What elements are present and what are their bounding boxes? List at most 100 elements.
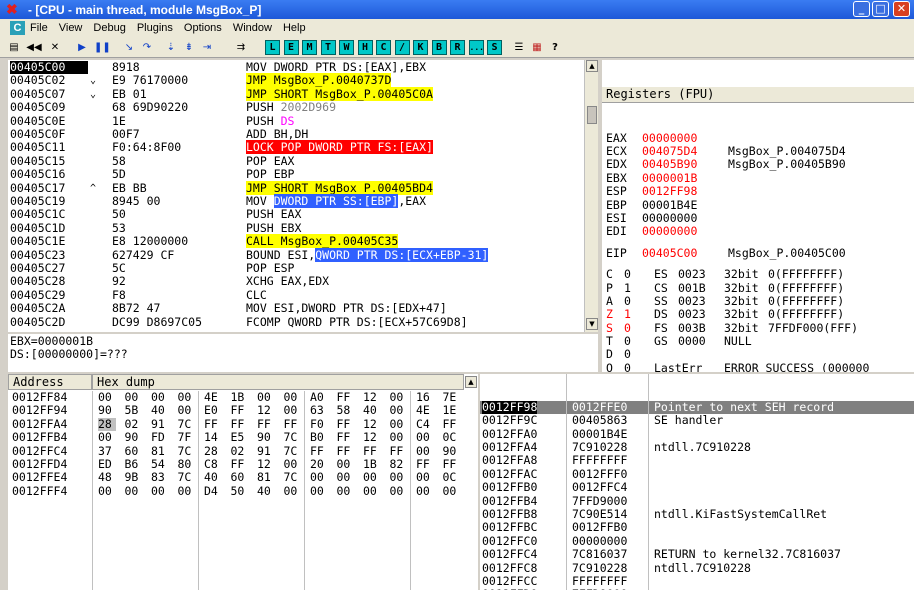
dump-byte[interactable]: 00 bbox=[390, 417, 408, 431]
stack-row[interactable]: 0012FFAC 0012FFF0 bbox=[480, 467, 914, 481]
dump-byte[interactable]: 0C bbox=[443, 470, 461, 484]
dump-byte[interactable]: E0 bbox=[204, 403, 222, 417]
dump-byte[interactable]: 28 bbox=[204, 444, 222, 458]
dump-byte[interactable]: 7C bbox=[284, 470, 302, 484]
disassembly-pane[interactable]: 00405C00 8918 MOV DWORD PTR DS:[EAX],EBX 00… bbox=[8, 60, 598, 332]
dump-byte[interactable]: 00 bbox=[310, 470, 328, 484]
dump-address[interactable]: 0012FFC4 bbox=[12, 444, 67, 458]
dump-byte[interactable]: 7C bbox=[178, 417, 196, 431]
register-value[interactable]: 004075D4 bbox=[642, 144, 697, 158]
disasm-row[interactable]: 00405C0F 00F7 ADD BH,DH bbox=[8, 127, 584, 141]
dump-byte[interactable]: 7C bbox=[178, 444, 196, 458]
disasm-address[interactable]: 00405C16 bbox=[10, 167, 88, 181]
dump-byte[interactable]: FF bbox=[231, 457, 249, 471]
register-value[interactable]: 00001B4E bbox=[642, 198, 697, 212]
disasm-row[interactable]: 00405C1E E8 12000000 CALL MsgBox_P.00405C3… bbox=[8, 234, 584, 249]
dump-byte[interactable]: 00 bbox=[125, 390, 143, 404]
dump-byte[interactable]: 00 bbox=[98, 484, 116, 498]
dump-byte[interactable]: FF bbox=[284, 417, 302, 431]
disasm-row[interactable]: 00405C27 5C POP ESP bbox=[8, 261, 584, 275]
dump-byte[interactable]: 90 bbox=[98, 403, 116, 417]
dump-byte[interactable]: 7C bbox=[284, 430, 302, 444]
dump-byte[interactable]: 00 bbox=[390, 470, 408, 484]
disasm-instruction[interactable]: POP EAX bbox=[246, 154, 294, 168]
dump-byte[interactable]: 12 bbox=[363, 417, 381, 431]
register-value[interactable]: 00405B90 bbox=[642, 157, 697, 171]
close-program-icon[interactable]: ✕ bbox=[48, 40, 62, 56]
dump-byte[interactable]: 00 bbox=[416, 430, 434, 444]
flag-value[interactable]: 0 bbox=[624, 361, 631, 372]
dump-byte[interactable]: 81 bbox=[151, 444, 169, 458]
help-icon[interactable]: ? bbox=[548, 40, 562, 56]
dump-byte[interactable]: 00 bbox=[125, 484, 143, 498]
segment-value[interactable]: 0023 bbox=[678, 307, 706, 321]
stack-value[interactable]: 7FFD9000 bbox=[572, 494, 627, 508]
toolbar-window-m-button[interactable]: M bbox=[302, 40, 317, 55]
stack-row[interactable]: 0012FFA0 00001B4E bbox=[480, 427, 914, 441]
disasm-address[interactable]: 00405C1E bbox=[10, 234, 88, 248]
dump-row[interactable]: 0012FFD4 ED B6 54 80 C8 FF 12 00 20 00 1B 82 FF FF bbox=[8, 457, 464, 471]
stack-value[interactable]: 0012FFE0 bbox=[572, 400, 627, 414]
dump-byte[interactable]: FF bbox=[416, 457, 434, 471]
dump-row[interactable]: 0012FFC4 37 60 81 7C 28 02 91 7C FF FF FF FF 00 90 bbox=[8, 444, 464, 458]
dump-row[interactable]: 0012FF84 00 00 00 00 4E 1B 00 00 A0 FF 12 00 16 7E bbox=[8, 390, 464, 404]
flag-value[interactable]: 1 bbox=[624, 307, 631, 321]
list-icon[interactable]: ☰ bbox=[512, 40, 526, 56]
open-icon[interactable]: ▤ bbox=[8, 40, 20, 56]
disasm-address[interactable]: 00405C1C bbox=[10, 207, 88, 221]
register-row[interactable]: EDI 00000000 bbox=[606, 224, 914, 238]
disasm-instruction[interactable]: CLC bbox=[246, 288, 267, 302]
disasm-row[interactable]: 00405C0E 1E PUSH DS bbox=[8, 114, 584, 128]
disasm-instruction[interactable]: PUSH EBX bbox=[246, 221, 301, 235]
disasm-address[interactable]: 00405C09 bbox=[10, 100, 88, 114]
stack-address[interactable]: 0012FFBC bbox=[482, 520, 537, 534]
dump-byte[interactable]: 00 bbox=[98, 390, 116, 404]
stack-row[interactable]: 0012FFB4 7FFD9000 bbox=[480, 494, 914, 508]
disasm-instruction[interactable]: JMP MsgBox_P.0040737D bbox=[246, 73, 392, 88]
dump-byte[interactable]: 00 bbox=[310, 484, 328, 498]
dump-byte[interactable]: 7F bbox=[178, 430, 196, 444]
register-row[interactable]: D0 bbox=[606, 348, 914, 362]
dump-byte[interactable]: 90 bbox=[443, 444, 461, 458]
dump-byte[interactable]: 12 bbox=[257, 457, 275, 471]
dump-byte[interactable]: 00 bbox=[257, 390, 275, 404]
disasm-address[interactable]: 00405C28 bbox=[10, 274, 88, 288]
dump-byte[interactable]: FF bbox=[443, 417, 461, 431]
dump-byte[interactable]: 40 bbox=[204, 470, 222, 484]
dump-byte[interactable]: 4E bbox=[416, 403, 434, 417]
disasm-address[interactable]: 00405C02 bbox=[10, 73, 88, 87]
dump-byte[interactable]: 60 bbox=[125, 444, 143, 458]
toolbar-window-l-button[interactable]: L bbox=[265, 40, 280, 55]
dump-address[interactable]: 0012FFB4 bbox=[12, 430, 67, 444]
flag-value[interactable]: 0 bbox=[624, 321, 631, 335]
dump-byte[interactable]: 1B bbox=[231, 390, 249, 404]
dump-byte[interactable]: C4 bbox=[416, 417, 434, 431]
go-to-icon[interactable]: ⇉ bbox=[234, 40, 248, 56]
dump-byte[interactable]: FF bbox=[363, 444, 381, 458]
register-row[interactable]: P 1 CS 001B 32bit 0(FFFFFFFF) bbox=[606, 281, 914, 295]
stack-address[interactable]: 0012FFB4 bbox=[482, 494, 537, 508]
dump-byte[interactable]: FF bbox=[231, 417, 249, 431]
trace-into-icon[interactable]: ⇣ bbox=[164, 40, 178, 56]
dump-byte[interactable]: 00 bbox=[337, 457, 355, 471]
segment-value[interactable]: 0023 bbox=[678, 294, 706, 308]
dump-byte[interactable]: 02 bbox=[231, 444, 249, 458]
dump-byte[interactable]: FF bbox=[231, 403, 249, 417]
dump-byte[interactable]: 00 bbox=[443, 484, 461, 498]
dump-byte[interactable]: 00 bbox=[416, 484, 434, 498]
stack-row[interactable]: 0012FFCC FFFFFFFF bbox=[480, 574, 914, 588]
dump-byte[interactable]: 00 bbox=[178, 403, 196, 417]
dump-byte[interactable]: 90 bbox=[257, 430, 275, 444]
register-row[interactable]: C 0 ES 0023 32bit 0(FFFFFFFF) bbox=[606, 267, 914, 281]
disasm-row[interactable]: 00405C07 ⌄ EB 01 JMP SHORT MsgBox_P.00405C0… bbox=[8, 86, 584, 101]
disasm-row[interactable]: 00405C1D 53 PUSH EBX bbox=[8, 221, 584, 235]
disasm-row[interactable]: 00405C2A 8B72 47 MOV ESI,DWORD PTR DS:[EDX… bbox=[8, 301, 584, 315]
disasm-row[interactable]: 00405C02 ⌄ E9 76170000 JMP MsgBox_P.0040737… bbox=[8, 73, 584, 88]
dump-byte[interactable]: 12 bbox=[363, 390, 381, 404]
flag-value[interactable]: 0 bbox=[624, 348, 631, 362]
dump-byte[interactable]: 4E bbox=[204, 390, 222, 404]
toolbar-window-c-button[interactable]: C bbox=[376, 40, 391, 55]
disasm-instruction[interactable]: PUSH 2002D969 bbox=[246, 100, 336, 114]
scroll-thumb[interactable] bbox=[587, 106, 597, 124]
dump-address[interactable]: 0012FFF4 bbox=[12, 484, 67, 498]
